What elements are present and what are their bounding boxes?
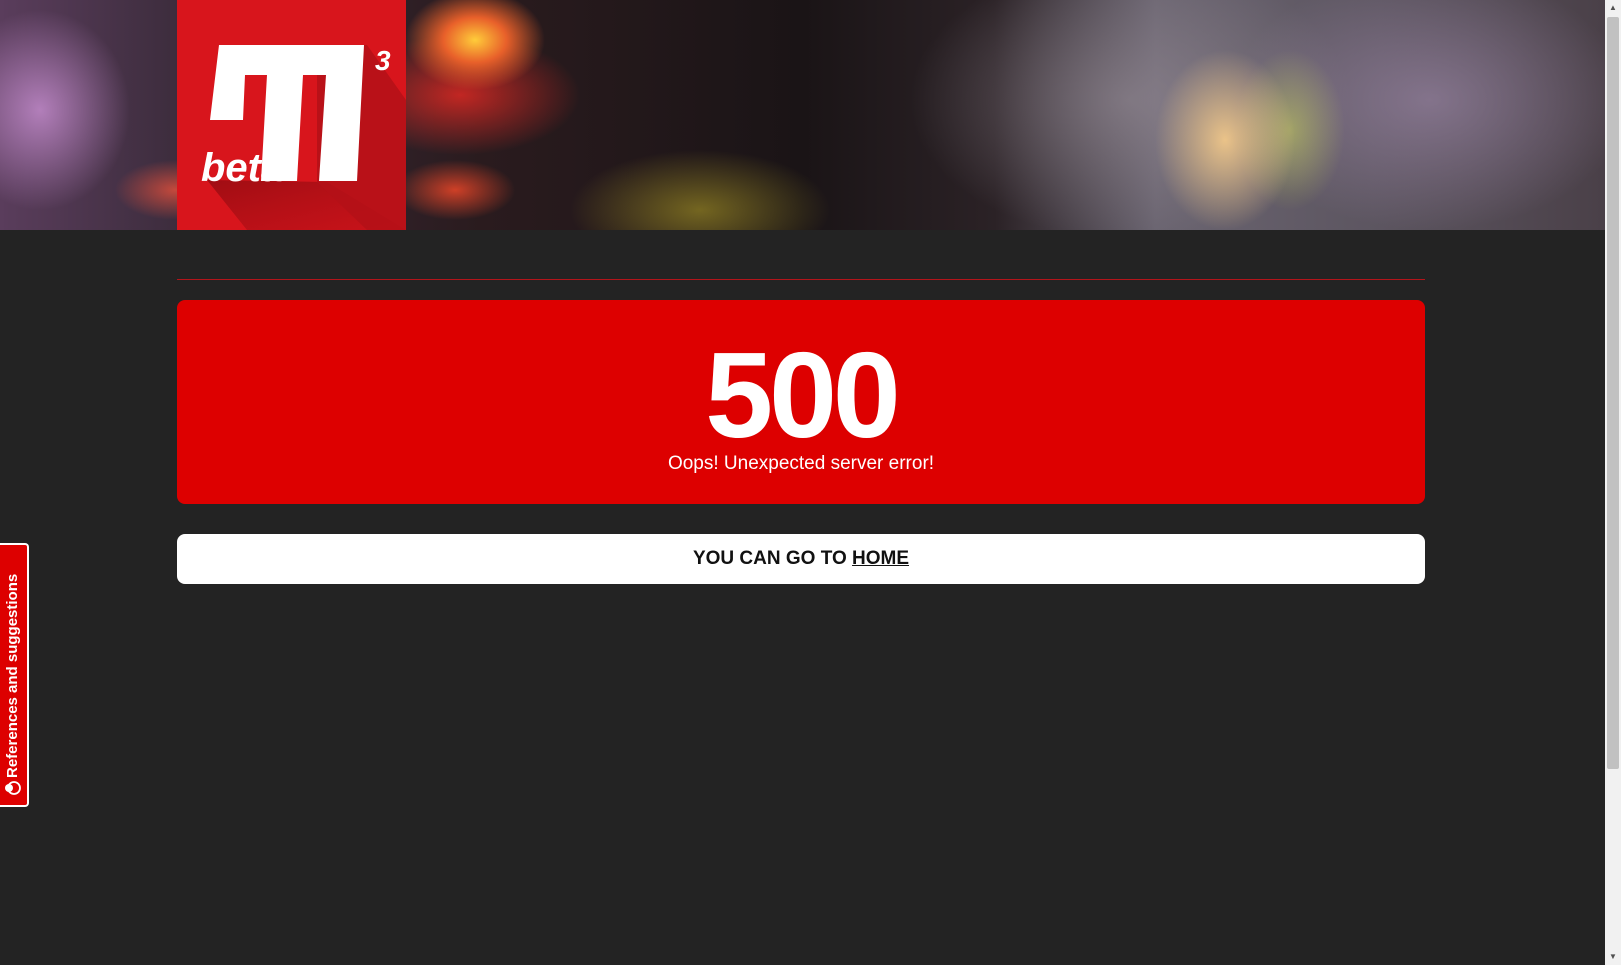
feedback-tab[interactable]: References and suggestions: [0, 543, 29, 807]
scroll-up-arrow-icon[interactable]: ▲: [1605, 0, 1621, 16]
scrollbar-thumb[interactable]: [1607, 17, 1619, 769]
site-logo[interactable]: 3 beta: [177, 0, 406, 230]
logo-tagline: beta: [201, 146, 283, 190]
section-divider: [177, 279, 1425, 280]
error-code: 500: [705, 327, 901, 463]
header-banner: 3 beta: [0, 0, 1605, 230]
feedback-label: References and suggestions: [4, 573, 21, 778]
error-panel: 500 Oops! Unexpected server error!: [177, 300, 1425, 504]
scroll-down-arrow-icon[interactable]: ▼: [1605, 949, 1621, 965]
home-link[interactable]: HOME: [852, 548, 909, 569]
scrollbar[interactable]: ▲ ▼: [1605, 0, 1621, 965]
logo-superscript: 3: [375, 45, 391, 76]
navigation-prefix: YOU CAN GO TO: [692, 548, 847, 569]
home-navigation-panel: YOU CAN GO TO HOME: [177, 534, 1425, 584]
page: 3 beta 500 Oops! Unexpected server error…: [0, 0, 1621, 965]
feedback-bubble-icon: [5, 781, 21, 795]
logo-mark: 3 beta: [201, 45, 406, 230]
error-message: Oops! Unexpected server error!: [667, 453, 935, 474]
